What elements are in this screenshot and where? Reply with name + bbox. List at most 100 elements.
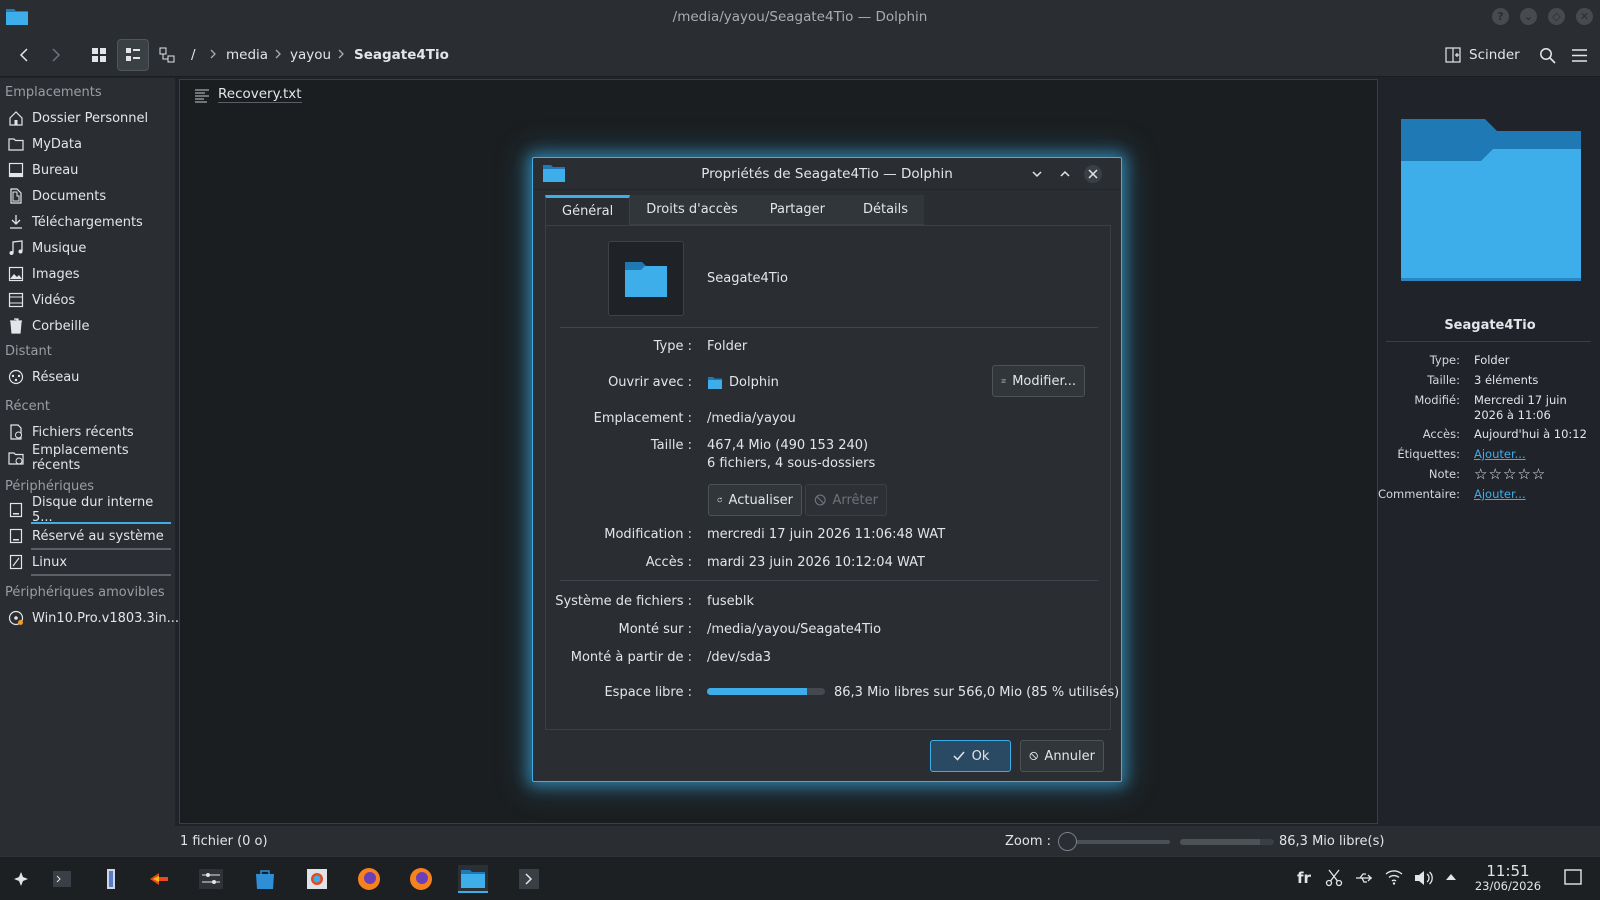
sidebar-item-linux[interactable]: Linux (8, 551, 67, 573)
mounted-from-label: Monté à partir de : (570, 650, 692, 665)
task-console[interactable] (514, 865, 544, 893)
drive-icon (9, 528, 23, 544)
volume-tray[interactable] (1414, 869, 1434, 887)
chevron-down-icon (1032, 171, 1042, 178)
refresh-button[interactable]: Actualiser (708, 484, 802, 516)
close-window-button[interactable]: ✕ (1576, 8, 1593, 25)
dolphin-icon (461, 870, 485, 888)
modify-button[interactable]: Modifier... (992, 365, 1085, 397)
volume-icon (1415, 871, 1433, 885)
breadcrumb-yayou[interactable]: yayou (290, 47, 331, 63)
tab-general[interactable]: Général (545, 195, 631, 225)
sidebar-item-network[interactable]: Réseau (8, 366, 79, 388)
disc-icon (8, 610, 24, 626)
sidebar-item-music[interactable]: Musique (8, 237, 86, 259)
dialog-minimize-button[interactable] (1028, 165, 1046, 183)
compact-view-button[interactable] (117, 39, 149, 71)
sidebar-item-recent-locations[interactable]: Emplacements récents (8, 443, 175, 473)
sidebar-item-recent-files[interactable]: Fichiers récents (8, 421, 134, 443)
folder-name-field[interactable]: Seagate4Tio (707, 271, 788, 286)
sidebar-item-home[interactable]: Dossier Personnel (8, 107, 148, 129)
image-viewer-icon (307, 869, 327, 889)
tab-share[interactable]: Partager (753, 195, 841, 225)
icons-view-button[interactable] (83, 39, 115, 71)
forward-button[interactable] (40, 39, 72, 71)
task-terminal[interactable] (47, 865, 77, 893)
search-button[interactable] (1531, 39, 1563, 71)
zoom-slider-handle[interactable] (1058, 832, 1077, 851)
section-header-places: Emplacements (5, 85, 102, 100)
tab-details[interactable]: Détails (840, 195, 925, 225)
free-space-value: 86,3 Mio libres sur 566,0 Mio (85 % util… (834, 685, 1120, 700)
add-tags-link[interactable]: Ajouter... (1474, 447, 1594, 462)
task-editor[interactable] (96, 865, 126, 893)
launcher-icon (14, 872, 28, 886)
sidebar-item-images[interactable]: Images (8, 263, 80, 285)
chevron-up-icon (1060, 170, 1070, 177)
section-header-remote: Distant (5, 344, 52, 359)
sidebar-item-downloads[interactable]: Téléchargements (8, 211, 143, 233)
cancel-button[interactable]: Annuler (1020, 740, 1104, 772)
linux-drive-icon (9, 554, 23, 570)
sidebar-item-mydata[interactable]: MyData (8, 133, 82, 155)
recent-files-icon (10, 424, 22, 440)
dialog-close-button[interactable] (1084, 165, 1102, 183)
task-system-settings[interactable] (196, 865, 226, 893)
maximize-button[interactable]: ◇ (1548, 8, 1565, 25)
sidebar-item-internal-drive[interactable]: Disque dur interne 5... (8, 495, 175, 525)
stop-button[interactable]: Arrêter (805, 484, 887, 516)
sidebar-item-videos[interactable]: Vidéos (8, 289, 75, 311)
task-firefox[interactable] (354, 865, 384, 893)
clipboard-tray[interactable] (1325, 869, 1343, 887)
minimize-button[interactable]: ⌄ (1520, 8, 1537, 25)
show-desktop-button[interactable] (1564, 869, 1582, 885)
sidebar-item-documents[interactable]: Documents (8, 185, 106, 207)
tab-permissions[interactable]: Droits d'accès (630, 195, 754, 225)
file-item[interactable]: Recovery.txt (194, 86, 302, 103)
task-firefox-2[interactable] (406, 865, 436, 893)
zoom-slider-track[interactable] (1068, 840, 1170, 844)
task-image-viewer[interactable] (302, 865, 332, 893)
info-folder-name: Seagate4Tio (1444, 318, 1536, 333)
settings-icon (199, 869, 223, 889)
sidebar-item-removable-disc[interactable]: Win10.Pro.v1803.3in... (8, 607, 179, 629)
close-icon (1088, 169, 1098, 179)
free-space-text: 86,3 Mio libre(s) (1279, 834, 1385, 849)
tray-expander[interactable] (1444, 869, 1458, 885)
mounted-on-value: /media/yayou/Seagate4Tio (707, 622, 882, 637)
compact-view-icon (126, 48, 140, 61)
type-label: Type : (653, 339, 692, 354)
keyboard-layout-indicator[interactable]: fr (1297, 869, 1311, 887)
change-icon-button[interactable] (608, 241, 684, 316)
task-downloader[interactable] (144, 865, 174, 893)
details-view-button[interactable] (151, 39, 183, 71)
chevron-left-icon (19, 48, 28, 62)
help-button[interactable]: ? (1492, 8, 1509, 25)
drive-icon (9, 502, 23, 518)
folder-preview-icon (1397, 115, 1585, 285)
trash-icon (10, 318, 22, 334)
rating-stars[interactable]: ☆☆☆☆☆ (1474, 467, 1594, 482)
terminal-icon (53, 871, 71, 887)
breadcrumb-root[interactable]: / (191, 47, 196, 63)
ok-button[interactable]: Ok (930, 740, 1011, 772)
sidebar-item-trash[interactable]: Corbeille (8, 315, 89, 337)
back-button[interactable] (8, 39, 40, 71)
breadcrumb-current[interactable]: Seagate4Tio (354, 47, 449, 63)
task-software-center[interactable] (250, 865, 280, 893)
sidebar-item-system-reserved[interactable]: Réservé au système (8, 525, 164, 547)
free-space-fill (1180, 839, 1260, 845)
menu-button[interactable] (1563, 39, 1595, 71)
task-dolphin[interactable] (458, 865, 488, 893)
digital-clock[interactable]: 11:51 23/06/2026 (1470, 863, 1546, 893)
application-launcher[interactable] (6, 865, 36, 893)
add-comment-link[interactable]: Ajouter... (1474, 487, 1594, 502)
wifi-tray[interactable] (1385, 869, 1403, 885)
dialog-maximize-button[interactable] (1056, 165, 1074, 183)
chevron-right-icon (52, 48, 61, 62)
search-icon (1539, 47, 1556, 64)
usb-tray[interactable] (1355, 869, 1373, 887)
split-button[interactable]: Scinder (1445, 41, 1520, 69)
sidebar-item-desktop[interactable]: Bureau (8, 159, 78, 181)
breadcrumb-media[interactable]: media (226, 47, 268, 63)
